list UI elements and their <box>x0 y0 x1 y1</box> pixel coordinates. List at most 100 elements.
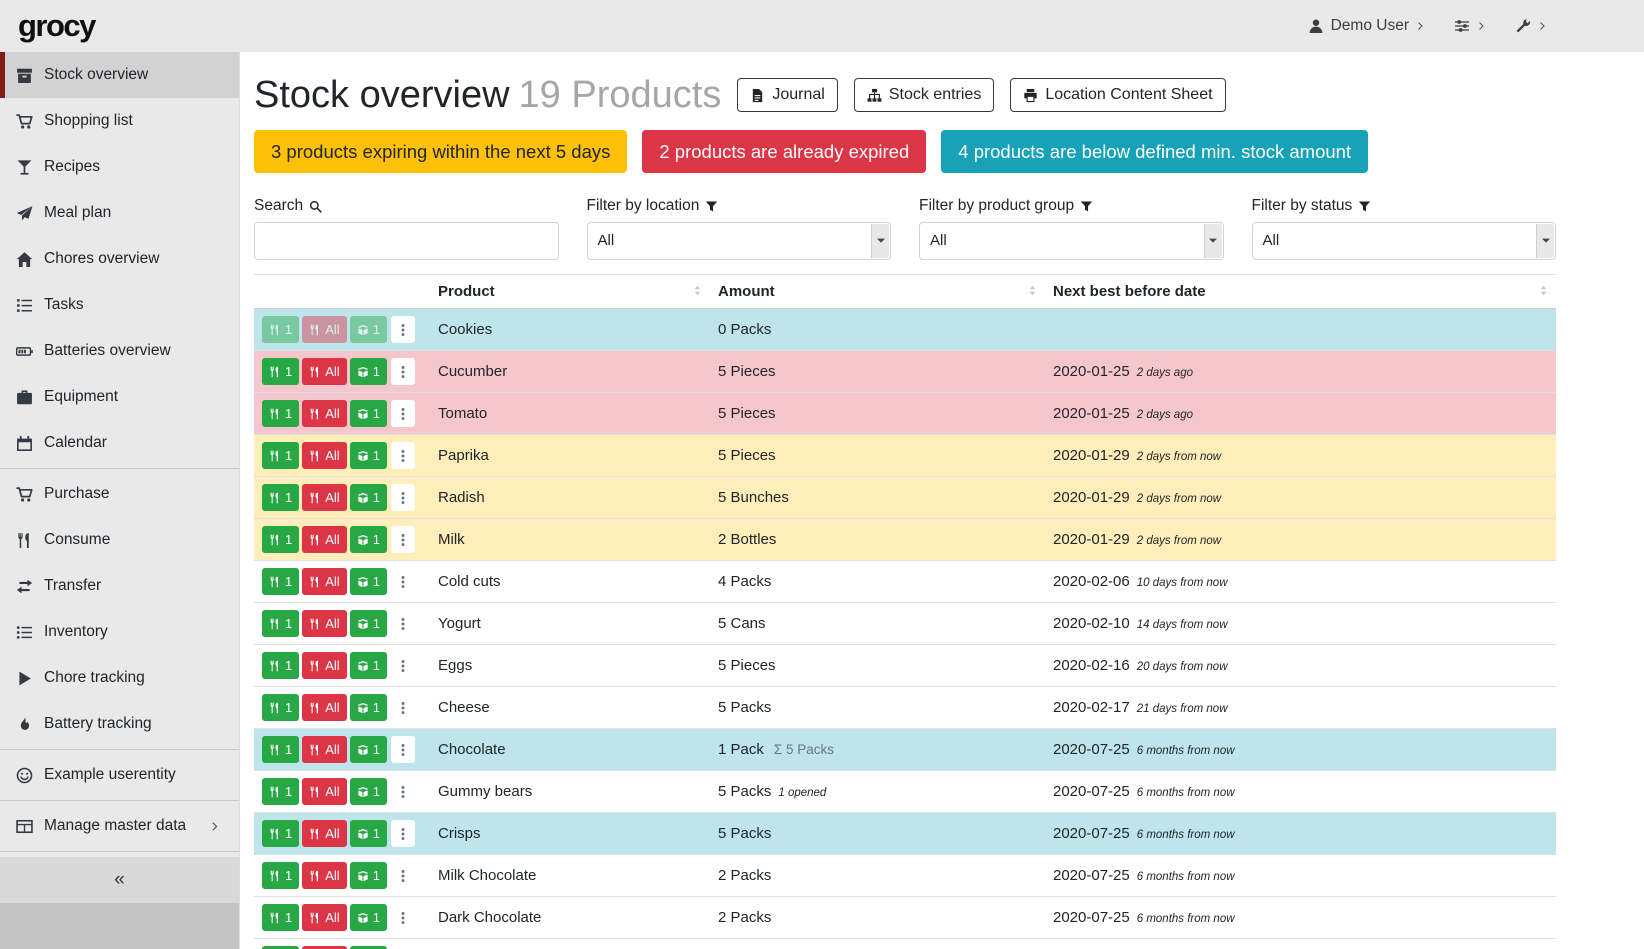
sidebar-item-inventory[interactable]: Inventory <box>0 609 239 655</box>
consume-one-button[interactable]: 1 <box>262 862 299 889</box>
settings-menu[interactable] <box>1454 18 1487 34</box>
status-filter-label: Filter by status <box>1252 197 1557 215</box>
status-filter-select[interactable]: All <box>1252 222 1557 260</box>
open-one-button[interactable]: 1 <box>350 442 387 469</box>
file-icon <box>750 88 765 103</box>
consume-all-button[interactable]: All <box>302 400 346 427</box>
search-input[interactable] <box>254 222 559 260</box>
expiring-banner[interactable]: 3 products expiring within the next 5 da… <box>254 130 627 173</box>
consume-all-button[interactable]: All <box>302 652 346 679</box>
open-one-button[interactable]: 1 <box>350 736 387 763</box>
row-menu-button[interactable] <box>391 652 415 679</box>
below-min-stock-banner[interactable]: 4 products are below defined min. stock … <box>941 130 1368 173</box>
open-one-button[interactable]: 1 <box>350 568 387 595</box>
consume-one-button[interactable]: 1 <box>262 778 299 805</box>
battery-icon <box>14 343 34 360</box>
consume-one-button[interactable]: 1 <box>262 694 299 721</box>
consume-all-button[interactable]: All <box>302 904 346 931</box>
consume-all-button[interactable]: All <box>302 484 346 511</box>
sidebar-item-manage-master-data[interactable]: Manage master data <box>0 803 239 849</box>
consume-all-button[interactable]: All <box>302 526 346 553</box>
row-menu-button[interactable] <box>391 526 415 553</box>
open-one-button[interactable]: 1 <box>350 778 387 805</box>
consume-all-button[interactable]: All <box>302 610 346 637</box>
row-menu-button[interactable] <box>391 442 415 469</box>
amount-column-header[interactable]: Amount <box>710 275 1045 309</box>
sidebar-item-batteries-overview[interactable]: Batteries overview <box>0 328 239 374</box>
open-one-button[interactable]: 1 <box>350 526 387 553</box>
consume-one-button[interactable]: 1 <box>262 610 299 637</box>
open-one-button[interactable]: 1 <box>350 400 387 427</box>
sidebar-item-calendar[interactable]: Calendar <box>0 420 239 466</box>
open-one-button[interactable]: 1 <box>350 820 387 847</box>
admin-menu[interactable] <box>1515 18 1548 34</box>
main-content: Stock overview19 Products Journal Stock … <box>240 52 1644 949</box>
sidebar-item-shopping-list[interactable]: Shopping list <box>0 98 239 144</box>
due-date-note: 2 days ago <box>1137 367 1193 379</box>
open-one-button[interactable]: 1 <box>350 610 387 637</box>
sidebar-item-label: Meal plan <box>44 204 111 222</box>
sidebar-item-example-userentity[interactable]: Example userentity <box>0 752 239 798</box>
consume-one-button[interactable]: 1 <box>262 442 299 469</box>
product-column-header[interactable]: Product <box>430 275 710 309</box>
sidebar-item-battery-tracking[interactable]: Battery tracking <box>0 701 239 747</box>
sidebar-item-meal-plan[interactable]: Meal plan <box>0 190 239 236</box>
journal-button[interactable]: Journal <box>737 78 837 112</box>
consume-one-button[interactable]: 1 <box>262 820 299 847</box>
product-group-filter-select[interactable]: All <box>919 222 1224 260</box>
consume-all-button[interactable]: All <box>302 694 346 721</box>
sidebar-item-equipment[interactable]: Equipment <box>0 374 239 420</box>
product-amount: 0 Packs <box>710 309 1045 351</box>
due-date-note: 2 days from now <box>1137 451 1221 463</box>
consume-one-button[interactable]: 1 <box>262 736 299 763</box>
open-one-button[interactable]: 1 <box>350 694 387 721</box>
location-filter-select[interactable]: All <box>587 222 892 260</box>
sidebar-item-chore-tracking[interactable]: Chore tracking <box>0 655 239 701</box>
product-due-date: 2020-07-256 months from now <box>1045 771 1556 813</box>
location-content-sheet-button[interactable]: Location Content Sheet <box>1010 78 1225 112</box>
row-menu-button[interactable] <box>391 316 415 343</box>
sidebar-item-purchase[interactable]: Purchase <box>0 471 239 517</box>
consume-all-button[interactable]: All <box>302 778 346 805</box>
consume-one-button[interactable]: 1 <box>262 904 299 931</box>
open-one-button[interactable]: 1 <box>350 652 387 679</box>
row-menu-button[interactable] <box>391 736 415 763</box>
sidebar-item-transfer[interactable]: Transfer <box>0 563 239 609</box>
consume-one-button[interactable]: 1 <box>262 652 299 679</box>
row-menu-button[interactable] <box>391 358 415 385</box>
row-menu-button[interactable] <box>391 568 415 595</box>
open-one-button[interactable]: 1 <box>350 862 387 889</box>
consume-all-button[interactable]: All <box>302 862 346 889</box>
sidebar-item-recipes[interactable]: Recipes <box>0 144 239 190</box>
sidebar-item-tasks[interactable]: Tasks <box>0 282 239 328</box>
date-column-header[interactable]: Next best before date <box>1045 275 1556 309</box>
consume-one-button[interactable]: 1 <box>262 484 299 511</box>
open-one-button[interactable]: 1 <box>350 484 387 511</box>
row-menu-button[interactable] <box>391 904 415 931</box>
consume-one-button[interactable]: 1 <box>262 400 299 427</box>
row-menu-button[interactable] <box>391 820 415 847</box>
open-one-button[interactable]: 1 <box>350 904 387 931</box>
sidebar-item-chores-overview[interactable]: Chores overview <box>0 236 239 282</box>
consume-all-button[interactable]: All <box>302 568 346 595</box>
consume-all-button[interactable]: All <box>302 442 346 469</box>
stock-entries-button[interactable]: Stock entries <box>854 78 994 112</box>
consume-all-button[interactable]: All <box>302 820 346 847</box>
consume-one-button[interactable]: 1 <box>262 568 299 595</box>
consume-one-button[interactable]: 1 <box>262 358 299 385</box>
consume-one-button[interactable]: 1 <box>262 526 299 553</box>
consume-all-button[interactable]: All <box>302 736 346 763</box>
row-menu-button[interactable] <box>391 484 415 511</box>
row-menu-button[interactable] <box>391 778 415 805</box>
row-menu-button[interactable] <box>391 400 415 427</box>
sidebar-item-stock-overview[interactable]: Stock overview <box>0 52 239 98</box>
sidebar-collapse-button[interactable]: « <box>0 857 239 903</box>
row-menu-button[interactable] <box>391 610 415 637</box>
consume-all-button[interactable]: All <box>302 358 346 385</box>
row-menu-button[interactable] <box>391 862 415 889</box>
user-menu[interactable]: Demo User <box>1308 17 1426 35</box>
sidebar-item-consume[interactable]: Consume <box>0 517 239 563</box>
open-one-button[interactable]: 1 <box>350 358 387 385</box>
row-menu-button[interactable] <box>391 694 415 721</box>
expired-banner[interactable]: 2 products are already expired <box>642 130 926 173</box>
